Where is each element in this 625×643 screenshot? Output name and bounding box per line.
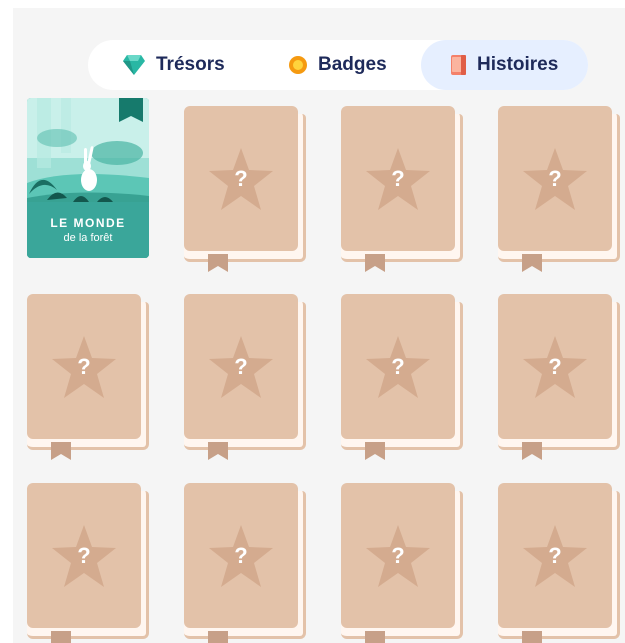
story-card-le-monde-de-la-foret[interactable]: LE MONDE de la forêt bbox=[27, 98, 149, 258]
bookmark-ribbon-icon bbox=[365, 254, 385, 272]
tab-label: Histoires bbox=[477, 54, 559, 75]
question-mark: ? bbox=[234, 353, 248, 379]
bookmark-ribbon-icon bbox=[522, 254, 542, 272]
story-title-line2: de la forêt bbox=[63, 232, 113, 244]
book-cover: ? bbox=[341, 294, 455, 439]
question-mark: ? bbox=[77, 353, 91, 379]
locked-story-book[interactable]: ? bbox=[341, 106, 467, 276]
bookmark-ribbon-icon bbox=[208, 442, 228, 460]
question-mark: ? bbox=[548, 542, 562, 568]
locked-story-book[interactable]: ? bbox=[27, 483, 153, 643]
bookmark-ribbon-icon bbox=[522, 631, 542, 643]
question-mark: ? bbox=[548, 353, 562, 379]
locked-story-book[interactable]: ? bbox=[341, 294, 467, 464]
tab-histoires[interactable]: Histoires bbox=[421, 40, 588, 90]
locked-story-book[interactable]: ? bbox=[341, 483, 467, 643]
story-title: LE MONDE de la forêt bbox=[27, 216, 149, 244]
book-icon bbox=[451, 55, 466, 75]
bookmark-ribbon-icon bbox=[365, 442, 385, 460]
tab-label: Trésors bbox=[156, 54, 225, 75]
bookmark-ribbon-icon bbox=[51, 442, 71, 460]
question-mark: ? bbox=[391, 542, 405, 568]
story-title-line1: LE MONDE bbox=[50, 216, 126, 230]
locked-story-book[interactable]: ? bbox=[184, 294, 310, 464]
locked-story-book[interactable]: ? bbox=[184, 483, 310, 643]
locked-story-book[interactable]: ? bbox=[184, 106, 310, 276]
bookmark-ribbon-icon bbox=[522, 442, 542, 460]
question-mark: ? bbox=[234, 542, 248, 568]
tab-label: Badges bbox=[318, 54, 387, 75]
locked-story-book[interactable]: ? bbox=[498, 483, 624, 643]
tab-bar: Trésors Badges Histoires bbox=[88, 40, 588, 90]
collection-panel: Trésors Badges Histoires LE MONDE de la … bbox=[13, 8, 625, 643]
bookmark-ribbon-icon bbox=[208, 631, 228, 643]
question-mark: ? bbox=[391, 353, 405, 379]
bookmark-ribbon-icon bbox=[208, 254, 228, 272]
book-cover: ? bbox=[27, 294, 141, 439]
gem-icon bbox=[123, 55, 145, 75]
book-cover: ? bbox=[498, 106, 612, 251]
book-cover: ? bbox=[498, 483, 612, 628]
book-cover: ? bbox=[498, 294, 612, 439]
question-mark: ? bbox=[77, 542, 91, 568]
question-mark: ? bbox=[234, 165, 248, 191]
tab-tresors[interactable]: Trésors bbox=[112, 40, 262, 90]
question-mark: ? bbox=[391, 165, 405, 191]
locked-story-book[interactable]: ? bbox=[27, 294, 153, 464]
book-cover: ? bbox=[341, 483, 455, 628]
question-mark: ? bbox=[548, 165, 562, 191]
locked-story-book[interactable]: ? bbox=[498, 106, 624, 276]
book-cover: ? bbox=[184, 483, 298, 628]
book-cover: ? bbox=[27, 483, 141, 628]
tab-badges[interactable]: Badges bbox=[278, 40, 418, 90]
book-cover: ? bbox=[341, 106, 455, 251]
bookmark-ribbon-icon bbox=[365, 631, 385, 643]
book-cover: ? bbox=[184, 106, 298, 251]
book-cover: ? bbox=[184, 294, 298, 439]
coin-badge-icon bbox=[289, 56, 307, 74]
locked-story-book[interactable]: ? bbox=[498, 294, 624, 464]
bookmark-ribbon-icon bbox=[51, 631, 71, 643]
